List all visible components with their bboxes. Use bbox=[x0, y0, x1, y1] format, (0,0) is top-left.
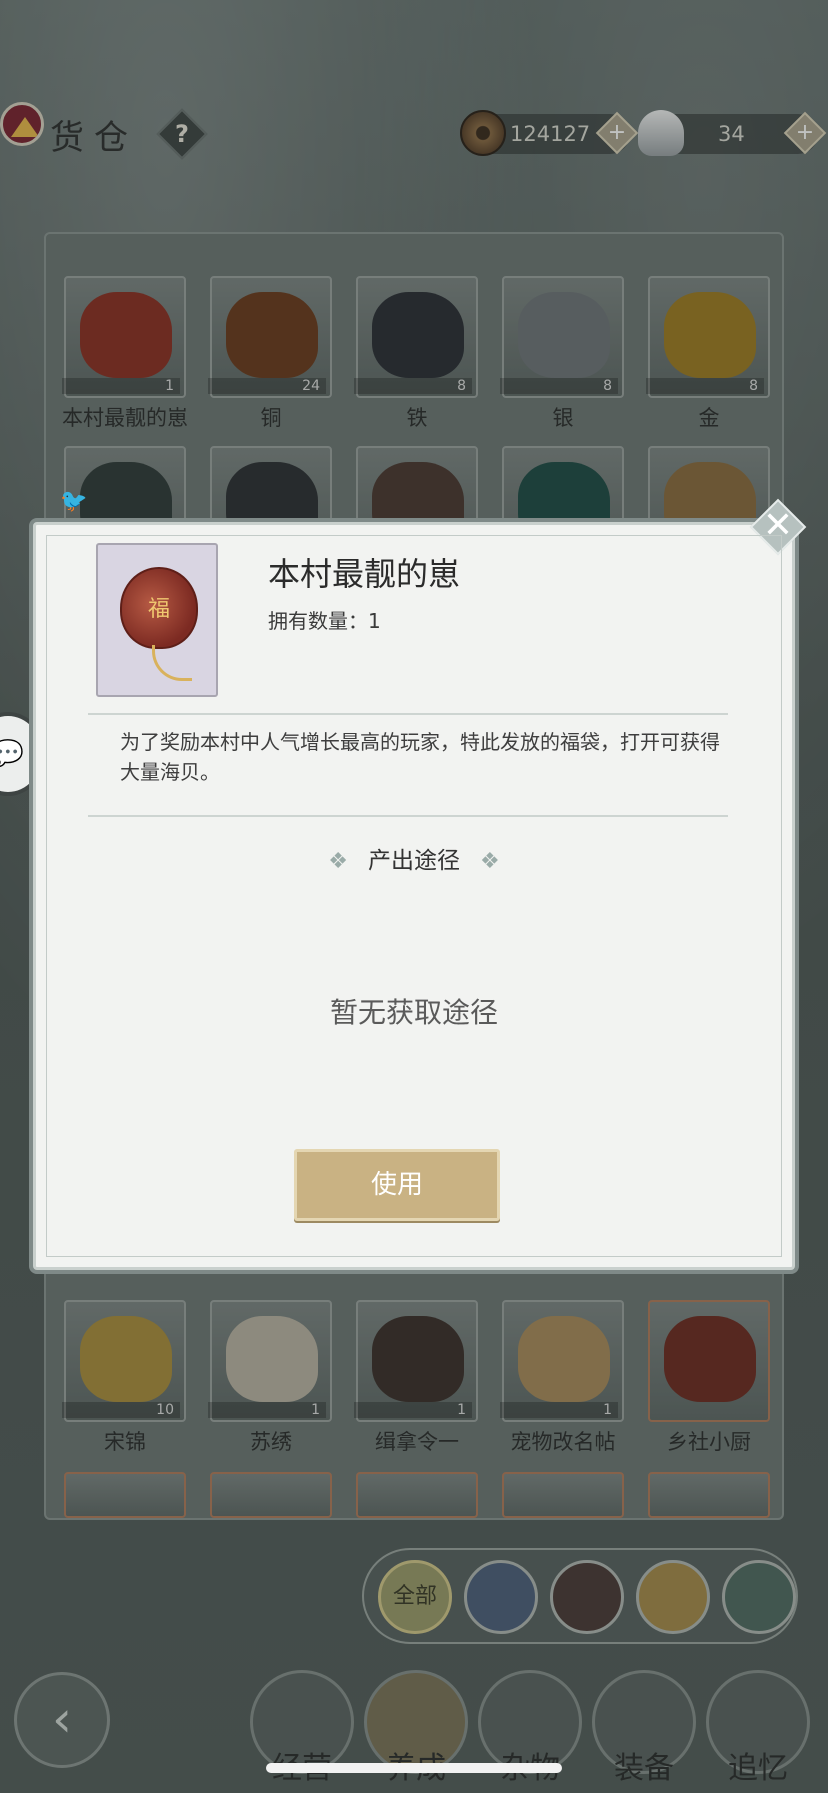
source-title: 产出途径 bbox=[368, 848, 460, 874]
diamond-decoration-icon: ❖ bbox=[328, 849, 348, 874]
owned-quantity: 拥有数量：1 bbox=[268, 609, 381, 633]
tassel-decoration bbox=[152, 645, 192, 681]
source-heading: ❖ 产出途径 ❖ bbox=[36, 841, 792, 875]
item-detail-modal: 🐦 ✕ 福 本村最靓的崽 拥有数量：1 为了奖励本村中人气增长最高的玩家，特此发… bbox=[33, 489, 807, 1270]
item-name: 本村最靓的崽 bbox=[268, 555, 461, 593]
use-button[interactable]: 使用 bbox=[294, 1149, 500, 1221]
use-button-label: 使用 bbox=[370, 1170, 423, 1200]
divider bbox=[88, 713, 728, 715]
item-description: 为了奖励本村中人气增长最高的玩家，特此发放的福袋，打开可获得大量海贝。 bbox=[120, 730, 720, 784]
diamond-decoration-icon: ❖ bbox=[480, 849, 500, 874]
item-image-frame: 福 bbox=[96, 543, 218, 697]
home-indicator[interactable] bbox=[266, 1763, 562, 1773]
bag-character: 福 bbox=[147, 597, 170, 622]
birds-decoration-icon: 🐦 bbox=[60, 489, 88, 514]
lucky-bag-icon: 福 bbox=[120, 567, 198, 649]
no-source-text: 暂无获取途径 bbox=[329, 996, 498, 1029]
divider bbox=[88, 815, 728, 817]
